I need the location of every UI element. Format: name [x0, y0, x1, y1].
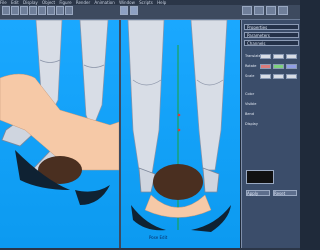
tab-parameters[interactable]: Parameters	[244, 32, 299, 38]
row-rotate: Rotate	[245, 64, 257, 68]
tab-channels[interactable]: Channels	[244, 40, 299, 46]
figure-left-svg	[0, 20, 119, 205]
panel-option-3-icon[interactable]	[266, 6, 276, 15]
rotate-x-field[interactable]	[260, 64, 271, 69]
color-swatch[interactable]	[246, 170, 274, 184]
row-visible: Visible	[245, 102, 257, 106]
viewport-right-label: Pose Edit	[149, 235, 168, 240]
light-tool-icon[interactable]	[56, 6, 64, 15]
viewport-right[interactable]: Pose Edit	[121, 20, 240, 248]
translate-z-field[interactable]	[286, 54, 297, 59]
apply-button[interactable]: Apply	[246, 190, 270, 196]
parameters-panel: Properties Parameters Channels Translate…	[241, 20, 300, 250]
apply-button-label: Apply	[247, 191, 259, 196]
scale-y-field[interactable]	[273, 74, 284, 79]
panel-option-2-icon[interactable]	[254, 6, 264, 15]
rotate-y-field[interactable]	[273, 64, 284, 69]
viewport-options-icon[interactable]	[130, 6, 138, 15]
zoom-tool-icon[interactable]	[38, 6, 46, 15]
rotate-tool-icon[interactable]	[20, 6, 28, 15]
row-display: Display	[245, 122, 258, 126]
row-translate: Translate	[245, 54, 261, 58]
panel-option-4-icon[interactable]	[278, 6, 288, 15]
render-tool-icon[interactable]	[65, 6, 73, 15]
translate-x-field[interactable]	[260, 54, 271, 59]
row-scale: Scale	[245, 74, 255, 78]
panel-option-1-icon[interactable]	[242, 6, 252, 15]
camera-tool-icon[interactable]	[47, 6, 55, 15]
viewport-left[interactable]	[0, 20, 119, 248]
rotate-z-field[interactable]	[286, 64, 297, 69]
scale-x-field[interactable]	[260, 74, 271, 79]
scale-tool-icon[interactable]	[29, 6, 37, 15]
scale-z-field[interactable]	[286, 74, 297, 79]
toolbar	[0, 5, 300, 20]
select-tool-icon[interactable]	[2, 6, 10, 15]
move-tool-icon[interactable]	[11, 6, 19, 15]
tab-properties[interactable]: Properties	[244, 24, 299, 30]
reset-button-label: Reset	[274, 191, 286, 196]
viewport-layout-icon[interactable]	[120, 6, 128, 15]
row-color: Color	[245, 92, 255, 96]
figure-right-svg	[127, 20, 231, 232]
translate-y-field[interactable]	[273, 54, 284, 59]
reset-button[interactable]: Reset	[273, 190, 297, 196]
row-bend: Bend	[245, 112, 254, 116]
